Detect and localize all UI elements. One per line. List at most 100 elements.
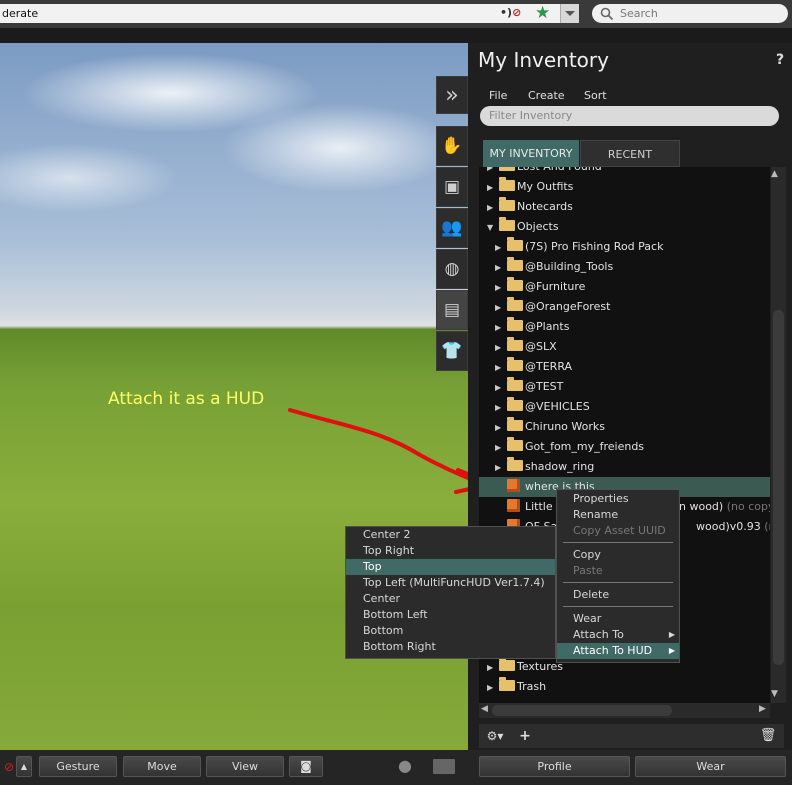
inventory-folder-row[interactable]: ▶ @TEST	[479, 377, 770, 397]
folder-icon	[507, 297, 523, 311]
item-label: Chiruno Works	[525, 420, 605, 433]
location-dropdown-button[interactable]	[560, 4, 579, 23]
menu-file[interactable]: File	[489, 89, 507, 102]
hud-position-item[interactable]: Center 2	[346, 527, 555, 543]
expand-arrow-icon[interactable]: ▶	[495, 438, 507, 458]
menu-item-copy[interactable]: Copy	[557, 547, 679, 563]
tab-my-inventory[interactable]: MY INVENTORY	[483, 140, 579, 167]
collapse-arrow-icon[interactable]: ▼	[487, 218, 499, 238]
inventory-folder-row[interactable]: ▶ Got_fom_my_freiends	[479, 437, 770, 457]
menu-item-delete[interactable]: Delete	[557, 587, 679, 603]
hud-position-item[interactable]: Top	[346, 559, 555, 575]
scroll-up-icon[interactable]: ▲	[771, 169, 778, 179]
item-context-menu[interactable]: Properties Rename Copy Asset UUID Copy Paste…	[556, 489, 680, 663]
expand-arrow-icon[interactable]: ▶	[487, 678, 499, 698]
profile-button[interactable]: Profile	[479, 756, 630, 777]
inventory-folder-row[interactable]: ▶ Notecards	[479, 197, 770, 217]
expand-arrow-icon[interactable]: ▶	[495, 298, 507, 318]
inventory-folder-row[interactable]: ▶ @Building_Tools	[479, 257, 770, 277]
expand-arrow-icon[interactable]: ▶	[495, 258, 507, 278]
hud-position-item[interactable]: Bottom Left	[346, 607, 555, 623]
expand-arrow-icon[interactable]: ▶	[495, 338, 507, 358]
expand-arrow-icon[interactable]: ▶	[495, 378, 507, 398]
inventory-folder-row[interactable]: ▶ @VEHICLES	[479, 397, 770, 417]
item-label: Objects	[517, 220, 559, 233]
gear-menu-icon[interactable]: ⚙▾	[482, 726, 508, 746]
view-button[interactable]: View	[206, 756, 284, 777]
wear-button[interactable]: Wear	[635, 756, 786, 777]
inventory-folder-row[interactable]: ▶ Trash	[479, 677, 770, 697]
inventory-folder-row[interactable]: ▶ shadow_ring	[479, 457, 770, 477]
object-cube-icon	[507, 499, 520, 512]
expand-arrow-icon[interactable]: ▶	[495, 278, 507, 298]
expand-arrow-icon[interactable]: ▶	[495, 318, 507, 338]
object-cube-icon	[507, 479, 520, 492]
chat-bubble-icon[interactable]: ●	[398, 758, 422, 774]
profile-card-icon[interactable]: ▣	[436, 167, 468, 207]
mute-icon[interactable]: ⊘	[4, 760, 14, 774]
horizontal-scroll-thumb[interactable]	[492, 705, 672, 716]
inventory-folder-row[interactable]: ▶ Chiruno Works	[479, 417, 770, 437]
menu-item-rename[interactable]: Rename	[557, 507, 679, 523]
im-envelope-icon[interactable]	[433, 759, 455, 774]
expand-arrow-icon[interactable]: ▶	[495, 458, 507, 478]
tab-recent[interactable]: RECENT	[580, 140, 680, 167]
scroll-right-icon[interactable]: ▶	[759, 704, 766, 714]
menu-item-properties[interactable]: Properties	[557, 491, 679, 507]
add-icon[interactable]: +	[514, 726, 536, 746]
expand-arrow-icon[interactable]: ▶	[495, 358, 507, 378]
scroll-left-icon[interactable]: ◀	[481, 704, 488, 714]
voice-dropdown-button[interactable]: ▲	[16, 756, 32, 777]
inventory-folder-row[interactable]: ▶ @TERRA	[479, 357, 770, 377]
menu-item-wear[interactable]: Wear	[557, 611, 679, 627]
inventory-suitcase-icon[interactable]: ▤	[436, 290, 468, 330]
menu-item-paste[interactable]: Paste	[557, 563, 679, 579]
gestures-hand-icon[interactable]: ✋	[436, 126, 468, 166]
folder-icon	[507, 377, 523, 391]
appearance-shirt-icon[interactable]: 👕	[436, 331, 468, 371]
menu-item-copy-asset-uuid[interactable]: Copy Asset UUID	[557, 523, 679, 539]
folder-icon	[499, 217, 515, 231]
move-button[interactable]: Move	[123, 756, 201, 777]
hud-position-item[interactable]: Bottom Right	[346, 639, 555, 655]
folder-icon	[499, 167, 515, 171]
expand-arrow-icon[interactable]: ▶	[495, 418, 507, 438]
hud-position-item[interactable]: Top Right	[346, 543, 555, 559]
inventory-folder-row[interactable]: ▶ @SLX	[479, 337, 770, 357]
inventory-folder-row[interactable]: ▶ (7S) Pro Fishing Rod Pack	[479, 237, 770, 257]
vertical-scroll-thumb[interactable]	[773, 310, 784, 665]
menu-item-attach-to[interactable]: Attach To ▶	[557, 627, 679, 643]
menu-sort[interactable]: Sort	[584, 89, 607, 102]
hud-position-item[interactable]: Bottom	[346, 623, 555, 639]
menu-create[interactable]: Create	[528, 89, 565, 102]
inventory-folder-row[interactable]: ▶ My Outfits	[479, 177, 770, 197]
places-globe-icon[interactable]: ◍	[436, 249, 468, 289]
search-input[interactable]: Search	[592, 4, 788, 23]
gesture-button[interactable]: Gesture	[39, 756, 117, 777]
item-label: Notecards	[517, 200, 573, 213]
inventory-folder-row[interactable]: ▶ @Furniture	[479, 277, 770, 297]
inventory-folder-row[interactable]: ▼ Objects	[479, 217, 770, 237]
item-label: Little	[525, 500, 553, 513]
menu-separator	[563, 582, 673, 583]
expand-arrow-icon[interactable]: ▶	[487, 178, 499, 198]
trash-icon[interactable]: 🗑	[756, 726, 780, 746]
expand-arrow-icon[interactable]: ▶	[495, 238, 507, 258]
expand-arrow-icon[interactable]: ▶	[495, 398, 507, 418]
inventory-folder-row[interactable]: ▶Lost And Found	[479, 167, 770, 177]
favorite-star-icon[interactable]: ★	[535, 3, 550, 23]
people-icon[interactable]: 👥	[436, 208, 468, 248]
expand-arrow-icon[interactable]: ▶	[487, 198, 499, 218]
scroll-down-icon[interactable]: ▼	[771, 689, 778, 699]
filter-inventory-input[interactable]: Filter Inventory	[480, 106, 779, 126]
hud-position-item[interactable]: Center	[346, 591, 555, 607]
inventory-folder-row[interactable]: ▶ @OrangeForest	[479, 297, 770, 317]
menu-item-attach-to-hud[interactable]: Attach To HUD ▶	[557, 643, 679, 659]
expand-arrow-icon[interactable]: ▶	[487, 658, 499, 678]
inventory-folder-row[interactable]: ▶ @Plants	[479, 317, 770, 337]
hud-position-item[interactable]: Top Left (MultiFuncHUD Ver1.7.4)	[346, 575, 555, 591]
help-icon[interactable]: ?	[776, 52, 784, 68]
snapshot-camera-icon[interactable]: ◙	[289, 756, 323, 777]
expand-sidebar-button[interactable]: »	[436, 76, 468, 114]
attach-to-hud-submenu[interactable]: Center 2 Top Right Top Top Left (MultiFuncH…	[345, 526, 556, 659]
